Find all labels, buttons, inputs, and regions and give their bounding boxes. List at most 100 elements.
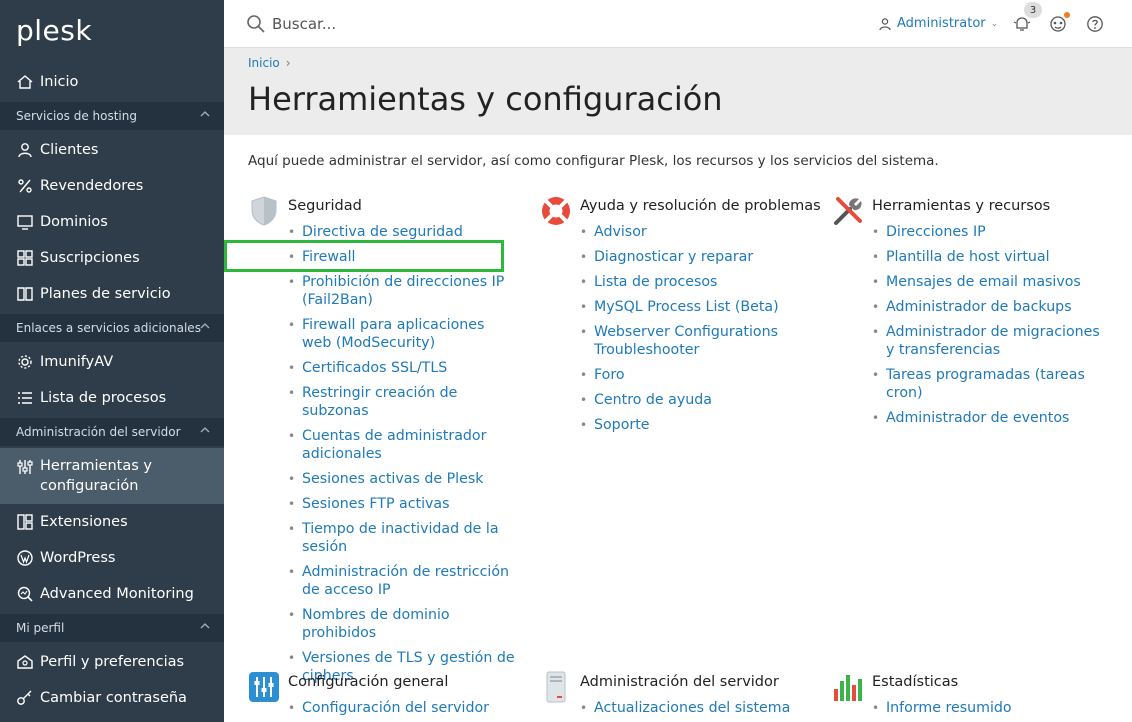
link-admin-accounts[interactable]: Cuentas de administrador adicionales bbox=[288, 427, 518, 463]
section-enlaces[interactable]: Enlaces a servicios adicionales bbox=[0, 314, 224, 342]
sidebar-item-label: WordPress bbox=[40, 550, 116, 566]
monitoring-icon bbox=[16, 585, 34, 603]
sidebar: plesk Inicio Servicios de hosting Client… bbox=[0, 0, 224, 722]
sidebar-item-label: Suscripciones bbox=[40, 250, 140, 266]
group-title: Administración del servidor bbox=[580, 674, 779, 690]
section-mi-perfil[interactable]: Mi perfil bbox=[0, 614, 224, 642]
section-label: Enlaces a servicios adicionales bbox=[16, 321, 201, 335]
sidebar-item-dominios[interactable]: Dominios bbox=[0, 204, 224, 240]
link-help-center[interactable]: Centro de ayuda bbox=[580, 391, 810, 409]
community-icon[interactable] bbox=[1049, 15, 1067, 33]
sidebar-item-wordpress[interactable]: WordPress bbox=[0, 540, 224, 576]
link-security-policy[interactable]: Directiva de seguridad bbox=[288, 223, 518, 241]
tools-icon bbox=[834, 197, 862, 225]
notification-count-badge: 3 bbox=[1024, 2, 1042, 18]
sidebar-item-extensiones[interactable]: Extensiones bbox=[0, 504, 224, 540]
sidebar-item-label: Dominios bbox=[40, 214, 108, 230]
breadcrumb-home-link[interactable]: Inicio bbox=[248, 56, 280, 70]
link-scheduled-tasks[interactable]: Tareas programadas (tareas cron) bbox=[872, 366, 1112, 402]
link-event-manager[interactable]: Administrador de eventos bbox=[872, 409, 1112, 427]
sidebar-item-label: Lista de procesos bbox=[40, 390, 167, 406]
sidebar-item-suscripciones[interactable]: Suscripciones bbox=[0, 240, 224, 276]
link-list: Directiva de seguridad Firewall Prohibic… bbox=[288, 223, 518, 692]
section-hosting[interactable]: Servicios de hosting bbox=[0, 102, 224, 130]
link-advisor[interactable]: Advisor bbox=[580, 223, 810, 241]
link-forum[interactable]: Foro bbox=[580, 366, 810, 384]
group-stats: Estadísticas Informe resumido bbox=[832, 671, 1122, 721]
sidebar-item-monitoring[interactable]: Advanced Monitoring bbox=[0, 576, 224, 612]
link-process-list[interactable]: Lista de procesos bbox=[580, 273, 810, 291]
link-fail2ban[interactable]: Prohibición de direcciones IP (Fail2Ban) bbox=[288, 273, 518, 309]
link-list: Informe resumido bbox=[872, 699, 1102, 722]
link-summary-report[interactable]: Informe resumido bbox=[872, 699, 1102, 717]
section-label: Servicios de hosting bbox=[16, 109, 137, 123]
sidebar-item-procesos[interactable]: Lista de procesos bbox=[0, 380, 224, 416]
link-list: Actualizaciones del sistema bbox=[580, 699, 810, 722]
lifebuoy-icon bbox=[542, 197, 570, 225]
sidebar-item-clientes[interactable]: Clientes bbox=[0, 132, 224, 168]
link-webserver-troubleshooter[interactable]: Webserver Configurations Troubleshooter bbox=[580, 323, 810, 359]
link-mass-email[interactable]: Mensajes de email masivos bbox=[872, 273, 1112, 291]
link-migration-manager[interactable]: Administrador de migraciones y transfere… bbox=[872, 323, 1112, 359]
user-icon bbox=[879, 17, 891, 30]
sidebar-item-imunifyav[interactable]: ImunifyAV bbox=[0, 344, 224, 380]
sidebar-item-label: Cambiar contraseña bbox=[40, 690, 187, 706]
link-plesk-sessions[interactable]: Sesiones activas de Plesk bbox=[288, 470, 518, 488]
link-backup-manager[interactable]: Administrador de backups bbox=[872, 298, 1112, 316]
key-icon bbox=[16, 689, 34, 707]
link-diagnose-repair[interactable]: Diagnosticar y reparar bbox=[580, 248, 810, 266]
sidebar-item-inicio[interactable]: Inicio bbox=[0, 64, 224, 100]
sidebar-item-revendedores[interactable]: Revendedores bbox=[0, 168, 224, 204]
server-icon bbox=[546, 671, 566, 703]
user-icon bbox=[16, 141, 34, 159]
sidebar-item-label: ImunifyAV bbox=[40, 354, 114, 370]
link-prohibited-domains[interactable]: Nombres de dominio prohibidos bbox=[288, 606, 518, 642]
link-support[interactable]: Soporte bbox=[580, 416, 810, 434]
chevron-up-icon bbox=[200, 623, 210, 629]
search-input[interactable] bbox=[272, 12, 672, 36]
link-ip-access-restriction[interactable]: Administración de restricción de acceso … bbox=[288, 563, 518, 599]
page-title: Herramientas y configuración bbox=[248, 80, 723, 118]
bar-chart-icon bbox=[834, 675, 862, 701]
home-icon bbox=[16, 73, 34, 91]
monitor-icon bbox=[16, 213, 34, 231]
profile-icon bbox=[16, 653, 34, 671]
sidebar-item-herramientas[interactable]: Herramientas y configuración bbox=[0, 448, 224, 504]
link-list: Advisor Diagnosticar y reparar Lista de … bbox=[580, 223, 810, 441]
status-dot bbox=[1064, 12, 1070, 18]
group-security: Seguridad Directiva de seguridad Firewal… bbox=[248, 195, 528, 715]
settings-sliders-icon bbox=[249, 672, 279, 702]
link-ip-addresses[interactable]: Direcciones IP bbox=[872, 223, 1112, 241]
help-icon[interactable] bbox=[1086, 15, 1104, 33]
sidebar-item-label: Revendedores bbox=[40, 178, 144, 194]
link-session-idle-time[interactable]: Tiempo de inactividad de la sesión bbox=[288, 520, 518, 556]
chevron-down-icon: ⌄ bbox=[990, 18, 999, 29]
group-title: Herramientas y recursos bbox=[872, 198, 1051, 214]
shield-icon bbox=[251, 196, 277, 226]
section-admin-servidor[interactable]: Administración del servidor bbox=[0, 418, 224, 446]
link-list: Direcciones IP Plantilla de host virtual… bbox=[872, 223, 1112, 434]
link-ftp-sessions[interactable]: Sesiones FTP activas bbox=[288, 495, 518, 513]
notifications-icon[interactable] bbox=[1013, 15, 1031, 33]
chevron-up-icon bbox=[200, 427, 210, 433]
plesk-logo[interactable]: plesk bbox=[16, 14, 92, 47]
link-modsecurity[interactable]: Firewall para aplicaciones web (ModSecur… bbox=[288, 316, 518, 352]
link-restrict-subzones[interactable]: Restringir creación de subzonas bbox=[288, 384, 518, 420]
group-title: Estadísticas bbox=[872, 674, 959, 690]
link-ssl-certificates[interactable]: Certificados SSL/TLS bbox=[288, 359, 518, 377]
link-mysql-process-list[interactable]: MySQL Process List (Beta) bbox=[580, 298, 810, 316]
main-content: Aquí puede administrar el servidor, así … bbox=[224, 135, 1132, 722]
section-label: Administración del servidor bbox=[16, 425, 181, 439]
link-system-updates[interactable]: Actualizaciones del sistema bbox=[580, 699, 810, 717]
list-icon bbox=[16, 389, 34, 407]
wordpress-icon bbox=[16, 549, 34, 567]
group-title: Configuración general bbox=[288, 674, 449, 690]
sidebar-item-contrasena[interactable]: Cambiar contraseña bbox=[0, 680, 224, 716]
sidebar-item-label: Perfil y preferencias bbox=[40, 654, 185, 670]
link-vhost-template[interactable]: Plantilla de host virtual bbox=[872, 248, 1112, 266]
sidebar-item-planes[interactable]: Planes de servicio bbox=[0, 276, 224, 312]
topbar: Administrator ⌄ 3 bbox=[224, 0, 1132, 48]
sidebar-item-perfil[interactable]: Perfil y preferencias bbox=[0, 644, 224, 680]
user-menu[interactable]: Administrator ⌄ bbox=[878, 16, 998, 31]
link-server-settings[interactable]: Configuración del servidor bbox=[288, 699, 518, 717]
